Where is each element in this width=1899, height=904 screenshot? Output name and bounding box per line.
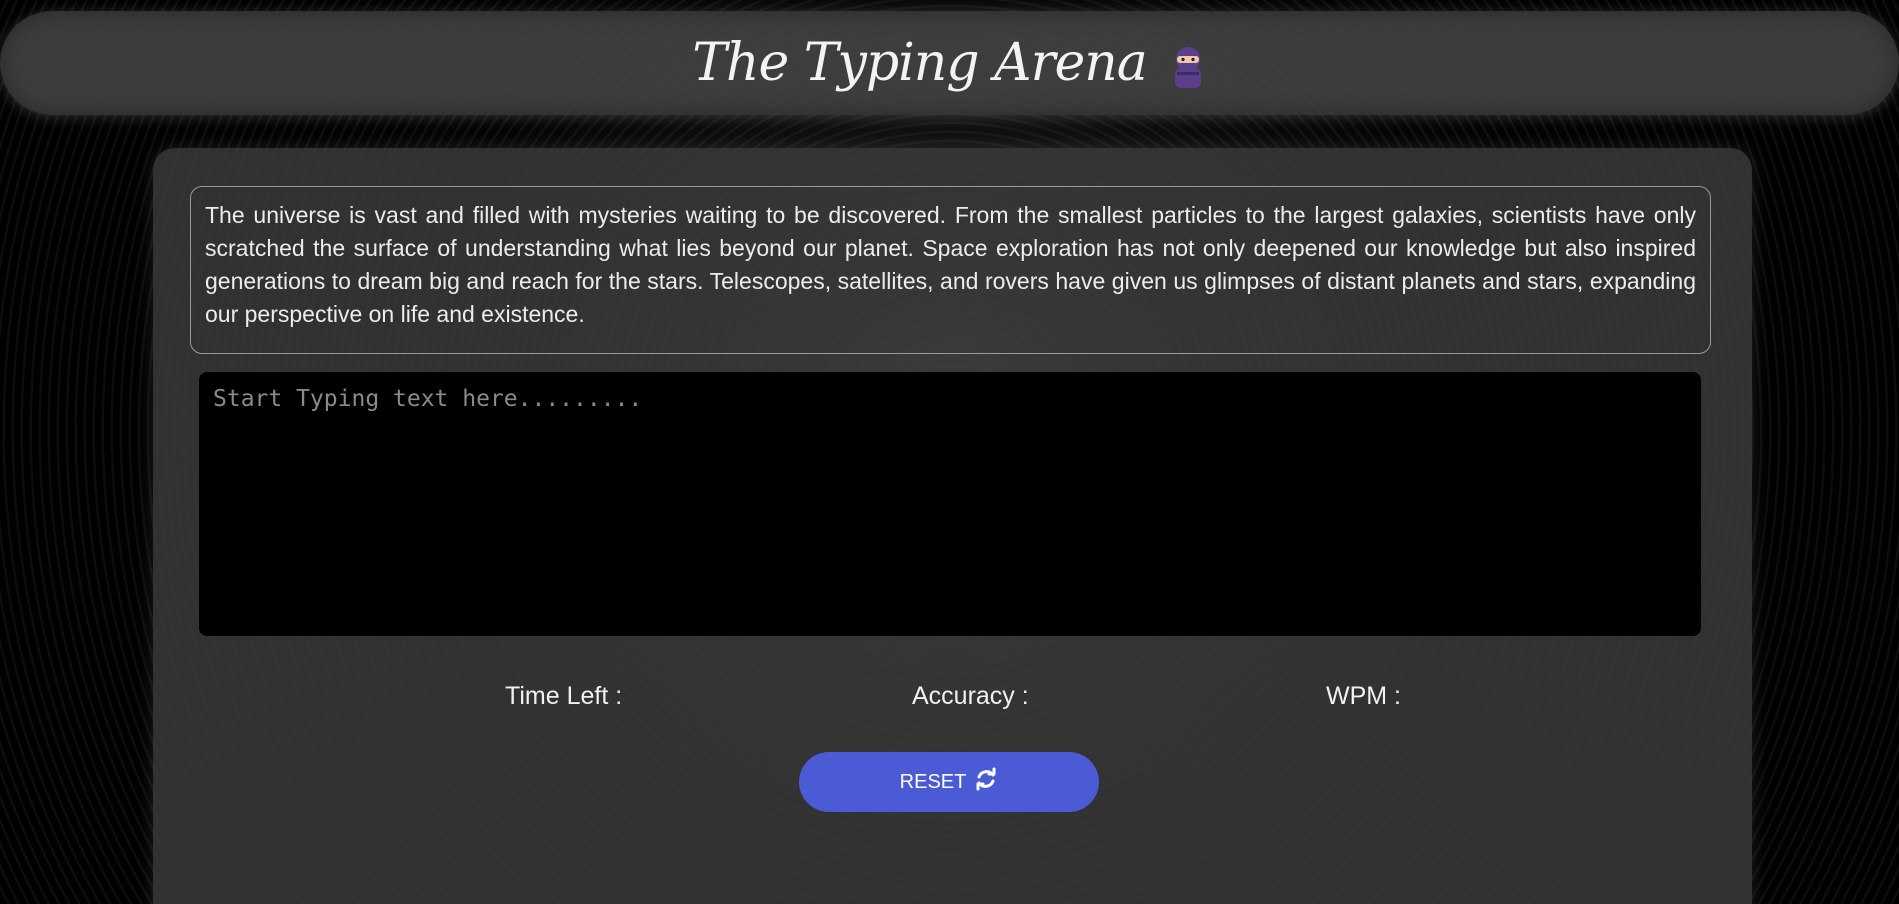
ninja-icon	[1169, 41, 1207, 88]
typing-card: The universe is vast and filled with mys…	[153, 148, 1752, 904]
app-root: The Typing Arena The universe is vast an…	[0, 0, 1899, 904]
reset-button-label: RESET	[899, 770, 967, 793]
reference-passage: The universe is vast and filled with mys…	[190, 186, 1711, 354]
typing-input[interactable]	[199, 372, 1701, 636]
refresh-icon	[974, 767, 998, 797]
header-bar: The Typing Arena	[0, 11, 1899, 115]
time-left-label: Time Left :	[505, 682, 623, 710]
accuracy-label: Accuracy :	[912, 682, 1029, 710]
page-title-text: The Typing Arena	[692, 33, 1147, 93]
page-title: The Typing Arena	[692, 33, 1206, 93]
reset-button[interactable]: RESET	[799, 752, 1099, 812]
wpm-label: WPM :	[1326, 682, 1401, 710]
